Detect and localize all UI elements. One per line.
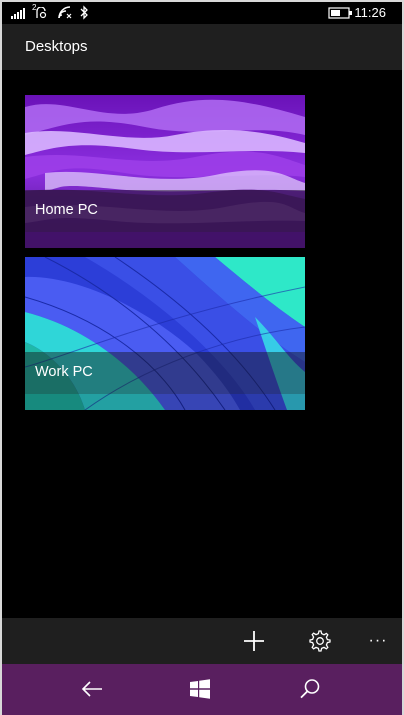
start-button[interactable] [178, 670, 222, 708]
settings-button[interactable] [300, 622, 340, 660]
window-frame-left [0, 0, 2, 715]
desktop-tile-label: Work PC [35, 364, 93, 380]
bluetooth-icon [80, 5, 88, 20]
desktop-tile-home-pc[interactable]: Home PC [25, 95, 305, 248]
search-icon [300, 679, 320, 699]
battery-icon [328, 7, 352, 19]
tile-label-bar: Home PC [25, 190, 305, 232]
settings-icon [309, 630, 331, 652]
more-icon: ··· [368, 632, 388, 649]
navigation-bar [2, 664, 402, 715]
windows-start-icon [190, 679, 210, 699]
sim2-icon: 2 [32, 3, 50, 19]
app-command-bar: ··· [2, 618, 402, 664]
back-button[interactable] [70, 670, 114, 708]
page-title: Desktops [25, 38, 88, 55]
search-button[interactable] [288, 670, 332, 708]
add-icon [244, 631, 264, 651]
back-icon [81, 681, 102, 697]
wifi-icon [58, 6, 72, 19]
thumbnail-taskbar [25, 232, 305, 248]
signal-icon [11, 8, 25, 19]
desktop-tile-work-pc[interactable]: Work PC [25, 257, 305, 410]
add-desktop-button[interactable] [234, 622, 274, 660]
status-bar: 2 11:26 [2, 2, 402, 24]
tile-label-bar: Work PC [25, 352, 305, 394]
page-header: Desktops [2, 24, 402, 70]
status-time: 11:26 [354, 5, 386, 20]
desktop-tile-label: Home PC [35, 202, 98, 218]
more-button[interactable]: ··· [358, 622, 398, 660]
thumbnail-taskbar [25, 394, 305, 410]
